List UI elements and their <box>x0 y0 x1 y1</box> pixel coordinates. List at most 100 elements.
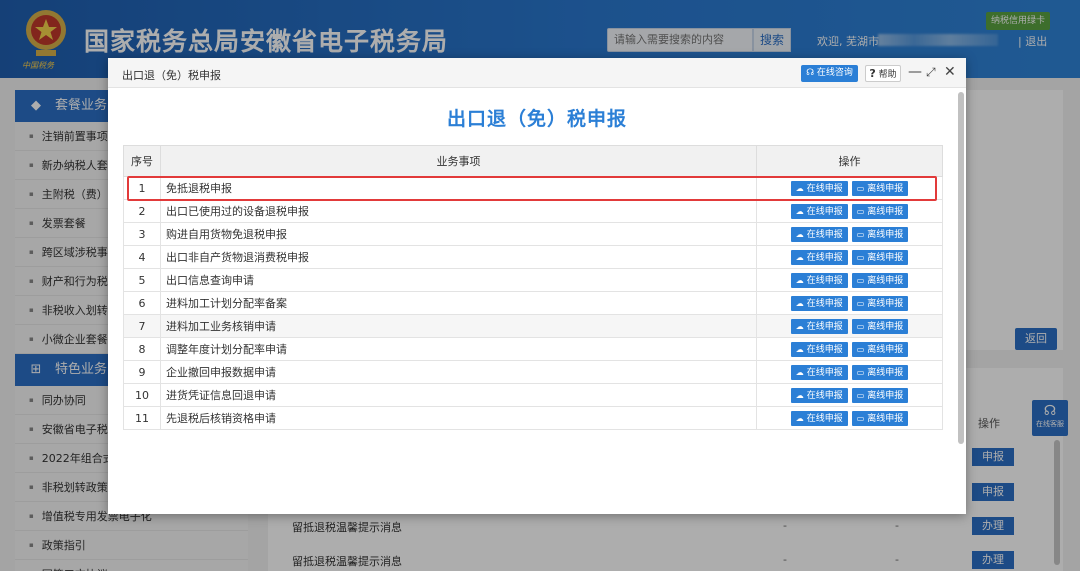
btn-label: 在线申报 <box>806 206 843 217</box>
online-declare-button[interactable]: ☁ 在线申报 <box>790 387 848 403</box>
close-icon[interactable]: ✕ <box>944 64 956 81</box>
monitor-icon: ▭ <box>856 390 865 400</box>
cloud-upload-icon: ☁ <box>795 344 804 354</box>
row-number: 8 <box>123 337 161 361</box>
cloud-upload-icon: ☁ <box>795 321 804 331</box>
online-declare-button[interactable]: ☁ 在线申报 <box>790 226 848 242</box>
online-declare-button[interactable]: ☁ 在线申报 <box>790 341 848 357</box>
monitor-icon: ▭ <box>856 413 865 423</box>
btn-label: 离线申报 <box>867 344 904 355</box>
row-item-name: 进货凭证信息回退申请 <box>160 383 757 407</box>
offline-declare-button[interactable]: ▭ 离线申报 <box>851 387 909 403</box>
btn-label: 在线申报 <box>806 367 843 378</box>
offline-declare-button[interactable]: ▭ 离线申报 <box>851 341 909 357</box>
row-actions: ☁ 在线申报 ▭ 离线申报 <box>756 360 943 384</box>
row-number: 11 <box>123 406 161 430</box>
online-declare-button[interactable]: ☁ 在线申报 <box>790 249 848 265</box>
offline-declare-button[interactable]: ▭ 离线申报 <box>851 364 909 380</box>
monitor-icon: ▭ <box>856 321 865 331</box>
cloud-upload-icon: ☁ <box>795 367 804 377</box>
offline-declare-button[interactable]: ▭ 离线申报 <box>851 249 909 265</box>
cloud-upload-icon: ☁ <box>795 298 804 308</box>
row-actions: ☁ 在线申报 ▭ 离线申报 <box>756 291 943 315</box>
btn-label: 在线申报 <box>806 298 843 309</box>
export-refund-dialog: 出口退（免）税申报 ☊ 在线咨询 ? 帮助 — ⤢ ✕ 出口退（免）税申报 序号… <box>108 58 966 514</box>
offline-declare-button[interactable]: ▭ 离线申报 <box>851 203 909 219</box>
cloud-upload-icon: ☁ <box>795 390 804 400</box>
btn-label: 离线申报 <box>867 252 904 263</box>
table-row: 6 进料加工计划分配率备案 ☁ 在线申报 ▭ 离线申报 <box>123 291 943 315</box>
table-row: 7 进料加工业务核销申请 ☁ 在线申报 ▭ 离线申报 <box>123 314 943 338</box>
online-declare-button[interactable]: ☁ 在线申报 <box>790 318 848 334</box>
row-actions: ☁ 在线申报 ▭ 离线申报 <box>756 268 943 292</box>
row-item-name: 调整年度计划分配率申请 <box>160 337 757 361</box>
row-item-name: 先退税后核销资格申请 <box>160 406 757 430</box>
highlight-box <box>127 176 937 201</box>
table-row: 9 企业撤回申报数据申请 ☁ 在线申报 ▭ 离线申报 <box>123 360 943 384</box>
row-item-name: 进料加工计划分配率备案 <box>160 291 757 315</box>
btn-label: 在线申报 <box>806 413 843 424</box>
row-actions: ☁ 在线申报 ▭ 离线申报 <box>756 406 943 430</box>
minimize-icon[interactable]: — <box>908 64 922 81</box>
row-actions: ☁ 在线申报 ▭ 离线申报 <box>756 245 943 269</box>
question-icon: ? <box>869 67 876 80</box>
btn-label: 离线申报 <box>867 206 904 217</box>
row-item-name: 出口非自产货物退消费税申报 <box>160 245 757 269</box>
btn-label: 离线申报 <box>867 413 904 424</box>
table-row: 2 出口已使用过的设备退税申报 ☁ 在线申报 ▭ 离线申报 <box>123 199 943 223</box>
row-number: 5 <box>123 268 161 292</box>
consult-label: 在线咨询 <box>816 68 853 78</box>
dialog-heading: 出口退（免）税申报 <box>446 108 627 130</box>
online-declare-button[interactable]: ☁ 在线申报 <box>790 295 848 311</box>
btn-label: 在线申报 <box>806 344 843 355</box>
row-number: 10 <box>123 383 161 407</box>
cloud-upload-icon: ☁ <box>795 252 804 262</box>
btn-label: 在线申报 <box>806 252 843 263</box>
cloud-upload-icon: ☁ <box>795 206 804 216</box>
row-actions: ☁ 在线申报 ▭ 离线申报 <box>756 314 943 338</box>
offline-declare-button[interactable]: ▭ 离线申报 <box>851 410 909 426</box>
table-row: 3 购进自用货物免退税申报 ☁ 在线申报 ▭ 离线申报 <box>123 222 943 246</box>
monitor-icon: ▭ <box>856 252 865 262</box>
headset-icon: ☊ <box>806 68 817 78</box>
offline-declare-button[interactable]: ▭ 离线申报 <box>851 272 909 288</box>
maximize-icon[interactable]: ⤢ <box>926 64 936 81</box>
btn-label: 离线申报 <box>867 367 904 378</box>
row-actions: ☁ 在线申报 ▭ 离线申报 <box>756 199 943 223</box>
row-number: 7 <box>123 314 161 338</box>
online-consult-button[interactable]: ☊ 在线咨询 <box>801 65 858 82</box>
online-declare-button[interactable]: ☁ 在线申报 <box>790 272 848 288</box>
row-item-name: 出口已使用过的设备退税申报 <box>160 199 757 223</box>
help-button[interactable]: ? 帮助 <box>865 65 901 82</box>
col-header-no: 序号 <box>123 145 161 177</box>
offline-declare-button[interactable]: ▭ 离线申报 <box>851 226 909 242</box>
row-item-name: 企业撤回申报数据申请 <box>160 360 757 384</box>
online-declare-button[interactable]: ☁ 在线申报 <box>790 203 848 219</box>
monitor-icon: ▭ <box>856 229 865 239</box>
row-number: 4 <box>123 245 161 269</box>
row-number: 6 <box>123 291 161 315</box>
btn-label: 离线申报 <box>867 390 904 401</box>
btn-label: 在线申报 <box>806 275 843 286</box>
online-declare-button[interactable]: ☁ 在线申报 <box>790 364 848 380</box>
cloud-upload-icon: ☁ <box>795 413 804 423</box>
table-row: 10 进货凭证信息回退申请 ☁ 在线申报 ▭ 离线申报 <box>123 383 943 407</box>
btn-label: 离线申报 <box>867 298 904 309</box>
dialog-scrollbar[interactable] <box>958 92 964 444</box>
offline-declare-button[interactable]: ▭ 离线申报 <box>851 295 909 311</box>
row-actions: ☁ 在线申报 ▭ 离线申报 <box>756 337 943 361</box>
monitor-icon: ▭ <box>856 367 865 377</box>
row-number: 2 <box>123 199 161 223</box>
row-actions: ☁ 在线申报 ▭ 离线申报 <box>756 383 943 407</box>
table-row: 11 先退税后核销资格申请 ☁ 在线申报 ▭ 离线申报 <box>123 406 943 430</box>
monitor-icon: ▭ <box>856 344 865 354</box>
table-row: 5 出口信息查询申请 ☁ 在线申报 ▭ 离线申报 <box>123 268 943 292</box>
row-item-name: 购进自用货物免退税申报 <box>160 222 757 246</box>
online-declare-button[interactable]: ☁ 在线申报 <box>790 410 848 426</box>
table-row: 8 调整年度计划分配率申请 ☁ 在线申报 ▭ 离线申报 <box>123 337 943 361</box>
offline-declare-button[interactable]: ▭ 离线申报 <box>851 318 909 334</box>
row-actions: ☁ 在线申报 ▭ 离线申报 <box>756 222 943 246</box>
btn-label: 在线申报 <box>806 229 843 240</box>
row-number: 9 <box>123 360 161 384</box>
help-label: 帮助 <box>878 70 897 80</box>
